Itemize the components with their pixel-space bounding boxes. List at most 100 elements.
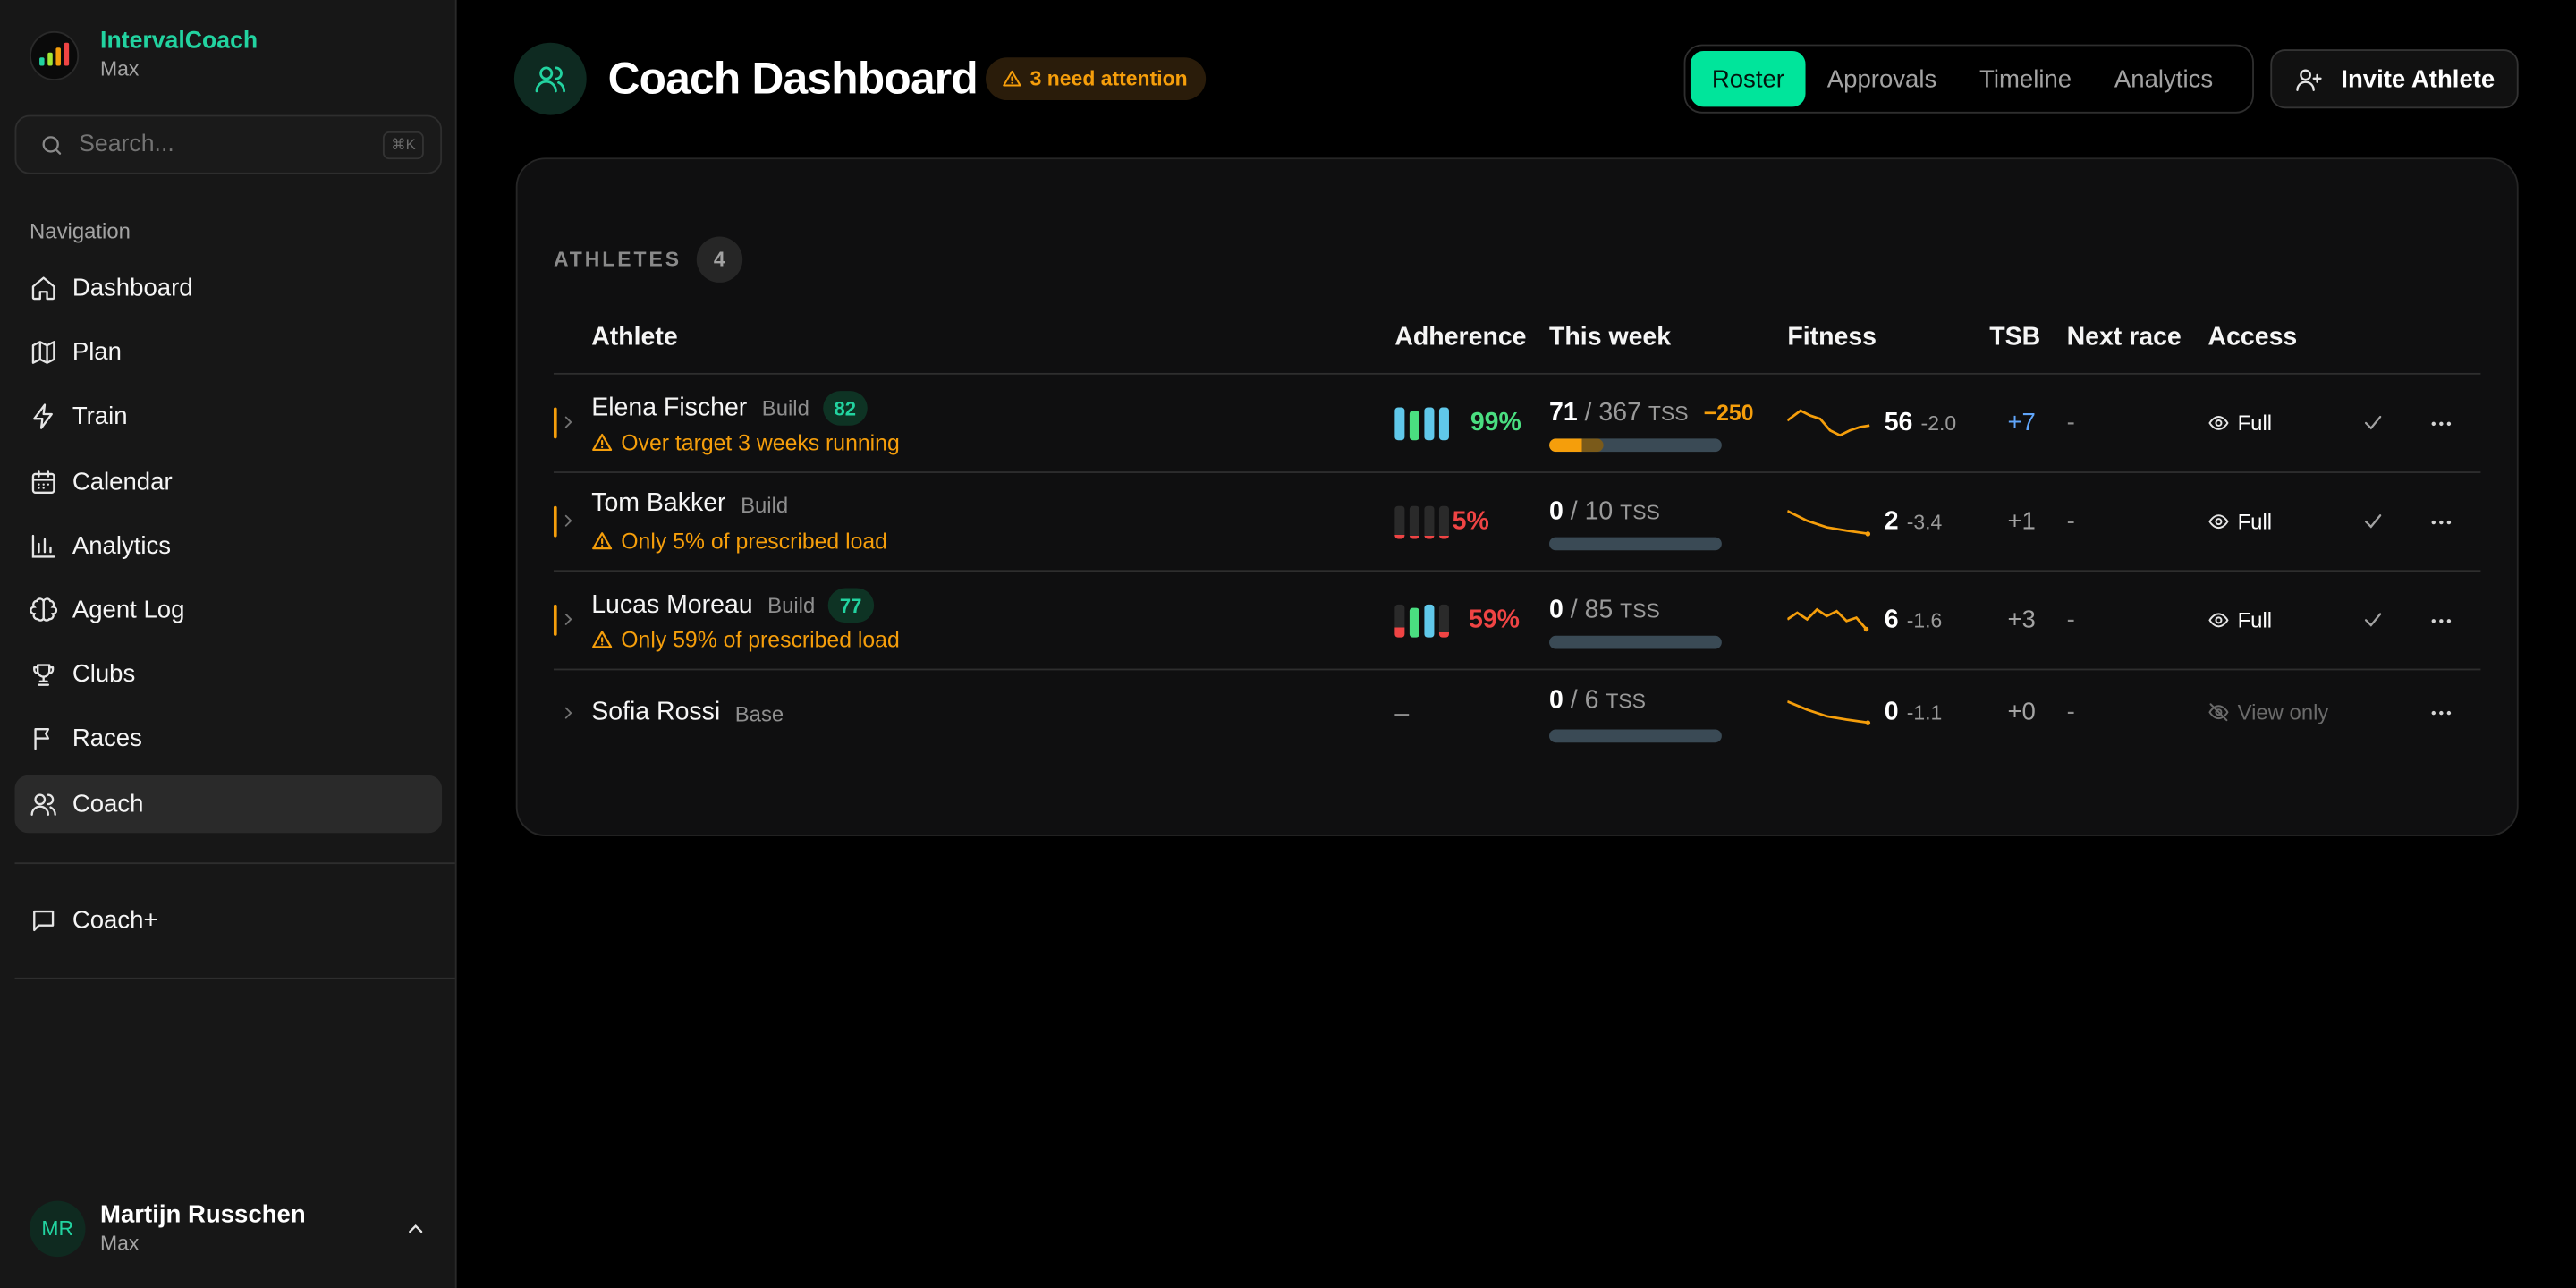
week-progress-fill [1549,438,1603,453]
table-row[interactable]: Sofia Rossi Base – 0 / 6 TSS 0 -1.1 +0 - … [554,670,2480,767]
map-icon [30,339,57,367]
week-planned: / 85 [1570,596,1614,624]
sidebar-item-coach-plus[interactable]: Coach+ [15,892,443,949]
user-name: Martijn Russchen [100,1200,306,1229]
approve-check-icon[interactable] [2360,509,2385,534]
sidebar-item-clubs[interactable]: Clubs [15,646,443,703]
athlete-count-badge: 4 [696,236,742,283]
week-planned: / 6 [1570,686,1599,715]
more-options-icon[interactable] [2428,509,2454,535]
attention-badge[interactable]: 3 need attention [986,57,1206,101]
week-done: 0 [1549,686,1563,715]
access-label: Full [2237,607,2273,633]
search-placeholder: Search... [79,131,174,158]
column-header-tsb[interactable]: TSB [1989,324,2040,353]
approve-check-icon[interactable] [2360,608,2385,633]
access-level[interactable]: Full [2208,607,2273,633]
sidebar-item-label: Calendar [72,467,173,496]
attention-flag [553,604,557,636]
next-race: - [2066,507,2075,536]
approve-check-icon[interactable] [2360,411,2385,436]
app-root: IntervalCoach Max Search... ⌘K Navigatio… [0,0,2576,1288]
athlete-name[interactable]: Tom Bakker [591,489,725,519]
tab-analytics[interactable]: Analytics [2093,51,2234,106]
search-input[interactable]: Search... ⌘K [14,114,443,174]
week-done: 0 [1549,596,1563,624]
chevron-right-icon[interactable] [558,703,578,723]
fitness-delta: -1.6 [1906,609,1943,633]
sidebar-item-train[interactable]: Train [15,388,443,445]
tab-timeline[interactable]: Timeline [1958,51,2093,106]
user-menu[interactable]: MR Martijn Russchen Max [30,1199,427,1258]
sidebar-item-label: Analytics [72,531,172,560]
tsb-value: +1 [2007,507,2036,536]
sidebar-divider [14,862,455,865]
tab-roster[interactable]: Roster [1690,50,1806,107]
access-level[interactable]: View only [2208,699,2328,724]
nav-heading: Navigation [30,218,131,243]
brand[interactable]: IntervalCoach Max [30,28,258,83]
column-header-athlete[interactable]: Athlete [591,324,678,353]
column-header-this-week[interactable]: This week [1549,324,1671,353]
table-row[interactable]: Elena Fischer Build 82 Over target 3 wee… [553,375,2480,471]
sidebar-item-coach[interactable]: Coach [14,775,443,833]
tab-approvals[interactable]: Approvals [1806,51,1958,106]
tsb-value: +7 [2007,409,2036,437]
sidebar-item-agent-log[interactable]: Agent Log [15,581,443,639]
page-title: Coach Dashboard [607,54,979,104]
warning-icon [591,629,613,650]
load-unit: TSS [1648,402,1689,426]
user-plus-icon [2295,65,2323,93]
chevron-right-icon[interactable] [558,511,578,530]
warning-text: Only 59% of prescribed load [621,627,900,653]
phase-label: Build [741,492,789,517]
invite-athlete-button[interactable]: Invite Athlete [2270,49,2519,109]
sidebar-item-label: Coach+ [72,906,158,936]
athlete-name[interactable]: Elena Fischer [591,394,747,423]
more-options-icon[interactable] [2428,699,2454,725]
fitness-value: 2 [1884,507,1899,536]
fitness-delta: -3.4 [1906,511,1943,534]
athlete-name[interactable]: Lucas Moreau [591,590,752,620]
fitness: 56 -2.0 [1885,409,1956,438]
chevron-up-icon[interactable] [404,1217,428,1241]
sidebar-item-label: Dashboard [72,274,193,302]
tsb-value: +3 [2007,606,2036,634]
sidebar-item-plan[interactable]: Plan [15,324,443,381]
warning-text: Over target 3 weeks running [621,430,900,455]
phase-label: Base [734,700,784,725]
athletes-section-header: ATHLETES 4 [554,236,742,283]
sidebar-item-calendar[interactable]: Calendar [15,453,443,510]
sidebar-item-dashboard[interactable]: Dashboard [15,259,443,317]
sidebar-item-label: Train [72,402,128,431]
sidebar-item-races[interactable]: Races [15,710,443,767]
weekly-load: 0 / 85 TSS [1549,597,1660,626]
load-unit: TSS [1620,599,1660,623]
more-options-icon[interactable] [2428,608,2454,634]
more-options-icon[interactable] [2428,411,2454,436]
table-row[interactable]: Tom Bakker Build Only 5% of prescribed l… [553,473,2480,570]
week-delta: −250 [1703,401,1754,426]
column-header-fitness[interactable]: Fitness [1787,324,1877,353]
column-header-next-race[interactable]: Next race [2067,324,2182,353]
weekly-load: 0 / 10 TSS [1549,498,1660,528]
fitness-sparkline [1787,695,1873,728]
athlete-name[interactable]: Sofia Rossi [591,699,720,728]
attention-flag [553,407,557,439]
warning-text: Only 5% of prescribed load [621,529,887,554]
chevron-right-icon[interactable] [558,412,578,432]
table-row[interactable]: Lucas Moreau Build 77 Only 59% of prescr… [553,572,2480,668]
column-header-access[interactable]: Access [2208,324,2298,353]
column-header-adherence[interactable]: Adherence [1394,324,1526,353]
chevron-right-icon[interactable] [558,609,578,629]
calendar-icon [30,468,57,496]
access-level[interactable]: Full [2208,411,2272,436]
adherence-sparkbars [1394,505,1449,539]
eye-icon [2208,412,2230,434]
phase-label: Build [761,395,809,421]
brand-logo-icon [30,30,80,80]
home-icon [30,275,57,302]
sidebar-item-analytics[interactable]: Analytics [15,517,443,574]
phase-label: Build [767,593,816,618]
access-level[interactable]: Full [2208,509,2272,534]
